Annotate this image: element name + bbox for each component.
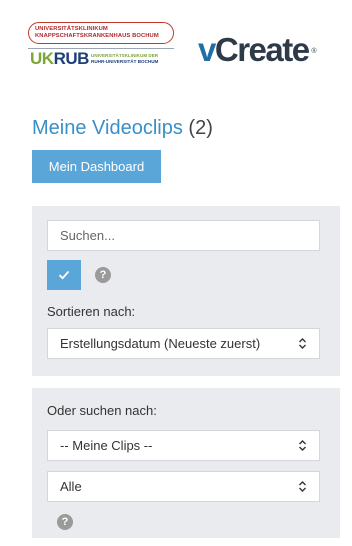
search-input[interactable]: Suchen...	[47, 220, 320, 251]
help-icon[interactable]: ?	[95, 267, 111, 283]
clips-select[interactable]: -- Meine Clips --	[47, 430, 320, 461]
my-dashboard-button[interactable]: Mein Dashboard	[32, 150, 161, 183]
ukrub-uk: UK	[30, 49, 54, 68]
vcreate-logo-v: v	[198, 31, 216, 68]
filter-select[interactable]: Alle	[47, 471, 320, 502]
filter-select-value: Alle	[60, 479, 82, 494]
clips-select-value: -- Meine Clips --	[60, 438, 153, 453]
clip-count: (2)	[188, 117, 213, 139]
checkmark-icon	[58, 270, 70, 280]
alt-search-panel: Oder suchen nach: -- Meine Clips -- Alle…	[32, 388, 340, 538]
ukb-logo-line2: KNAPPSCHAFTSKRANKENHAUS BOCHUM	[35, 32, 159, 39]
chevron-updown-icon	[297, 439, 307, 453]
ukb-logo: UNIVERSITÄTSKLINIKUM KNAPPSCHAFTSKRANKEN…	[28, 22, 178, 74]
help-icon[interactable]: ?	[57, 514, 73, 530]
sort-select[interactable]: Erstellungsdatum (Neueste zuerst)	[47, 328, 320, 359]
filter-panel: Suchen... ? Sortieren nach: Erstellungsd…	[32, 206, 340, 376]
vcreate-logo-registered: ®	[311, 48, 317, 55]
ukrub-wordmark: UKRUB	[30, 50, 89, 68]
vcreate-logo-create: Create	[214, 31, 310, 68]
search-input-placeholder: Suchen...	[60, 228, 115, 243]
sort-label: Sortieren nach:	[47, 304, 136, 319]
search-checkbox[interactable]	[47, 260, 81, 290]
page-title: Meine Videoclips (2)	[32, 116, 213, 140]
ukrub-rub: RUB	[53, 49, 90, 68]
rub-subtitle-line1: UNIVERSITÄTSKLINIKUM DER	[91, 53, 159, 58]
header: UNIVERSITÄTSKLINIKUM KNAPPSCHAFTSKRANKEN…	[28, 22, 348, 82]
rub-subtitle: UNIVERSITÄTSKLINIKUM DER RUHR-UNIVERSITÄ…	[91, 53, 158, 64]
alt-search-label: Oder suchen nach:	[47, 403, 157, 418]
sort-select-value: Erstellungsdatum (Neueste zuerst)	[60, 336, 261, 351]
page-title-text: Meine Videoclips	[32, 117, 183, 139]
chevron-updown-icon	[297, 337, 307, 351]
chevron-updown-icon	[297, 480, 307, 494]
vcreate-logo: vCreate ®	[198, 31, 317, 68]
rub-subtitle-line2: RUHR-UNIVERSITÄT BOCHUM	[91, 58, 159, 64]
page: UNIVERSITÄTSKLINIKUM KNAPPSCHAFTSKRANKEN…	[0, 0, 352, 546]
